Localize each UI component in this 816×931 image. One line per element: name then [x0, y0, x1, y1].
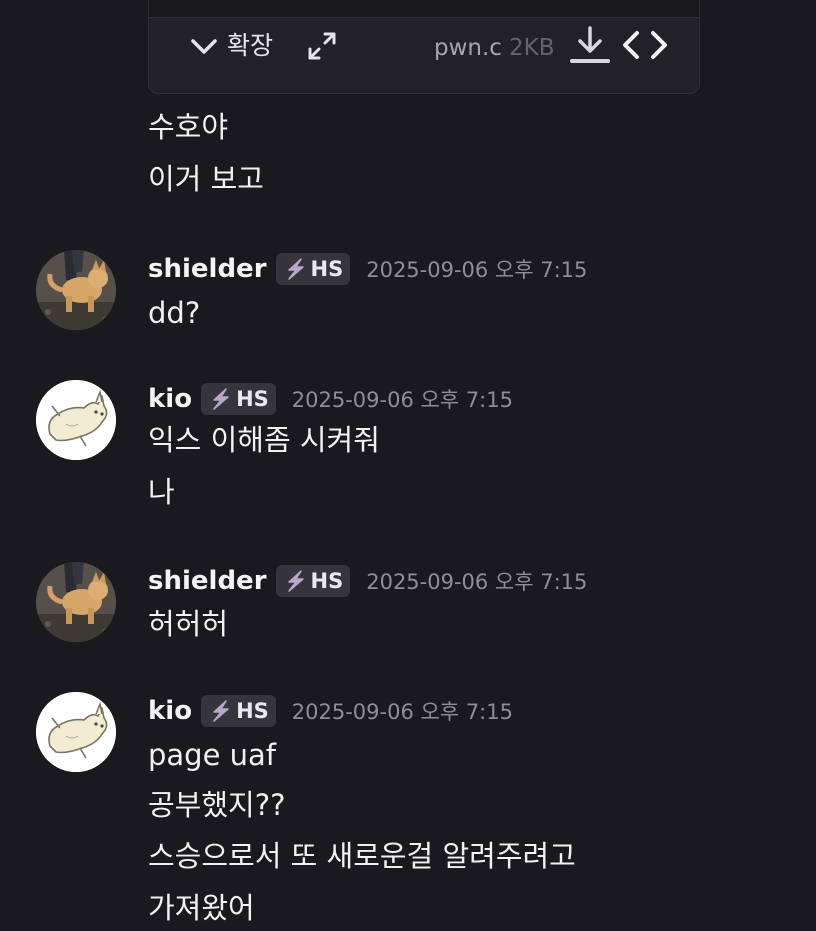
message-header: shielder HS 2025-09-06 오후 7:15: [148, 249, 587, 289]
timestamp: 2025-09-06 오후 7:15: [366, 258, 588, 282]
message-line: 수호야: [148, 110, 229, 144]
avatar[interactable]: [36, 692, 116, 772]
message-line: 허허허: [148, 607, 229, 641]
avatar[interactable]: [36, 562, 116, 642]
download-icon[interactable]: [569, 25, 611, 65]
server-tag[interactable]: HS: [275, 565, 351, 597]
username[interactable]: shielder: [148, 254, 267, 284]
server-tag[interactable]: HS: [201, 383, 276, 415]
timestamp: 2025-09-06 오후 7:15: [366, 570, 588, 594]
username[interactable]: kio: [148, 384, 192, 414]
username[interactable]: kio: [148, 696, 192, 726]
server-tag[interactable]: HS: [201, 695, 276, 727]
avatar[interactable]: [36, 380, 116, 460]
tag-text: HS: [236, 387, 269, 411]
message-line: dd?: [148, 296, 201, 330]
code-brackets-icon[interactable]: [621, 29, 669, 61]
lightning-icon: [213, 388, 229, 410]
file-name[interactable]: pwn.c: [434, 34, 502, 62]
message-line: 가져왔어: [148, 891, 255, 925]
avatar[interactable]: [36, 250, 116, 330]
message-line: page uaf: [148, 738, 277, 772]
expand-label: 확장: [227, 31, 274, 60]
chevron-down-icon: [191, 39, 217, 54]
message-line: 이거 보고: [148, 162, 264, 196]
expand-arrows-icon[interactable]: [307, 31, 337, 61]
lightning-icon: [287, 570, 304, 592]
tag-text: HS: [236, 699, 269, 723]
cat-photo-avatar: [36, 250, 116, 330]
message-line: 공부했지??: [148, 788, 286, 822]
message-line: 나: [148, 475, 175, 509]
lightning-icon: [213, 700, 229, 722]
message-header: kio HS 2025-09-06 오후 7:15: [148, 691, 513, 731]
server-tag[interactable]: HS: [275, 253, 351, 285]
tag-text: HS: [310, 257, 344, 281]
file-attachment: 확장 pwn.c 2KB: [148, 0, 700, 94]
cat-photo-avatar: [36, 562, 116, 642]
cat-drawing-avatar: [36, 692, 116, 772]
code-preview: [149, 0, 699, 18]
timestamp: 2025-09-06 오후 7:15: [291, 700, 513, 724]
message-header: kio HS 2025-09-06 오후 7:15: [148, 379, 513, 419]
timestamp: 2025-09-06 오후 7:15: [291, 388, 513, 412]
expand-button[interactable]: 확장: [189, 31, 273, 61]
message-line: 익스 이해좀 시켜줘: [148, 423, 380, 457]
cat-drawing-avatar: [36, 380, 116, 460]
message-line: 스승으로서 또 새로운걸 알려주려고: [148, 839, 576, 873]
attachment-toolbar: 확장 pwn.c 2KB: [149, 25, 699, 67]
username[interactable]: shielder: [148, 566, 267, 596]
file-size: 2KB: [509, 35, 555, 61]
lightning-icon: [287, 258, 304, 280]
tag-text: HS: [310, 569, 344, 593]
message-header: shielder HS 2025-09-06 오후 7:15: [148, 561, 587, 601]
